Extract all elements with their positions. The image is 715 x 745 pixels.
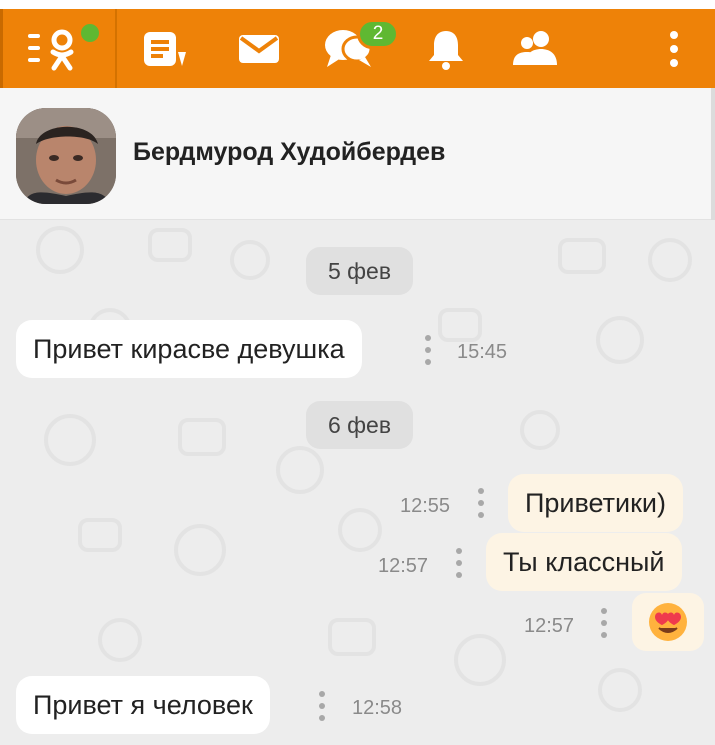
notes-icon[interactable] xyxy=(138,9,190,88)
message-bubble-outgoing[interactable]: Ты классный xyxy=(486,533,682,591)
bell-icon[interactable] xyxy=(422,9,470,88)
message-bubble-incoming[interactable]: Привет я человек xyxy=(16,676,270,734)
date-separator: 6 фев xyxy=(306,401,413,449)
mail-icon[interactable] xyxy=(236,9,282,88)
message-options-icon[interactable] xyxy=(478,488,484,518)
heart-eyes-emoji-icon xyxy=(649,603,687,641)
topbar-separator xyxy=(115,9,117,88)
date-separator: 5 фев xyxy=(306,247,413,295)
more-vertical-icon[interactable] xyxy=(662,9,686,88)
message-options-icon[interactable] xyxy=(601,608,607,638)
message-options-icon[interactable] xyxy=(319,691,325,721)
topbar-edge xyxy=(0,9,3,88)
friends-icon[interactable] xyxy=(510,9,564,88)
message-time: 12:58 xyxy=(352,697,403,719)
message-bubble-incoming[interactable]: Привет кирасве девушка xyxy=(16,320,362,378)
contact-name[interactable]: Бердмурод Худойбердев xyxy=(133,138,445,167)
message-bubble-outgoing-emoji[interactable] xyxy=(632,593,704,651)
chat-header: Бердмурод Худойбердев xyxy=(0,88,715,220)
message-time: 15:45 xyxy=(457,341,508,363)
message-time: 12:57 xyxy=(524,615,575,637)
message-options-icon[interactable] xyxy=(425,335,431,365)
message-time: 12:57 xyxy=(378,555,429,577)
header-right-edge xyxy=(711,88,715,220)
message-time: 12:55 xyxy=(400,495,451,517)
message-list[interactable]: 5 фев Привет кирасве девушка 15:45 6 фев… xyxy=(0,220,715,745)
online-status-dot xyxy=(78,21,102,45)
top-navigation-bar: 2 xyxy=(0,0,715,88)
message-options-icon[interactable] xyxy=(456,548,462,578)
message-bubble-outgoing[interactable]: Приветики) xyxy=(508,474,683,532)
ok-logo-menu-icon[interactable] xyxy=(24,9,84,88)
chat-unread-badge: 2 xyxy=(357,19,399,49)
contact-avatar[interactable] xyxy=(16,108,116,204)
